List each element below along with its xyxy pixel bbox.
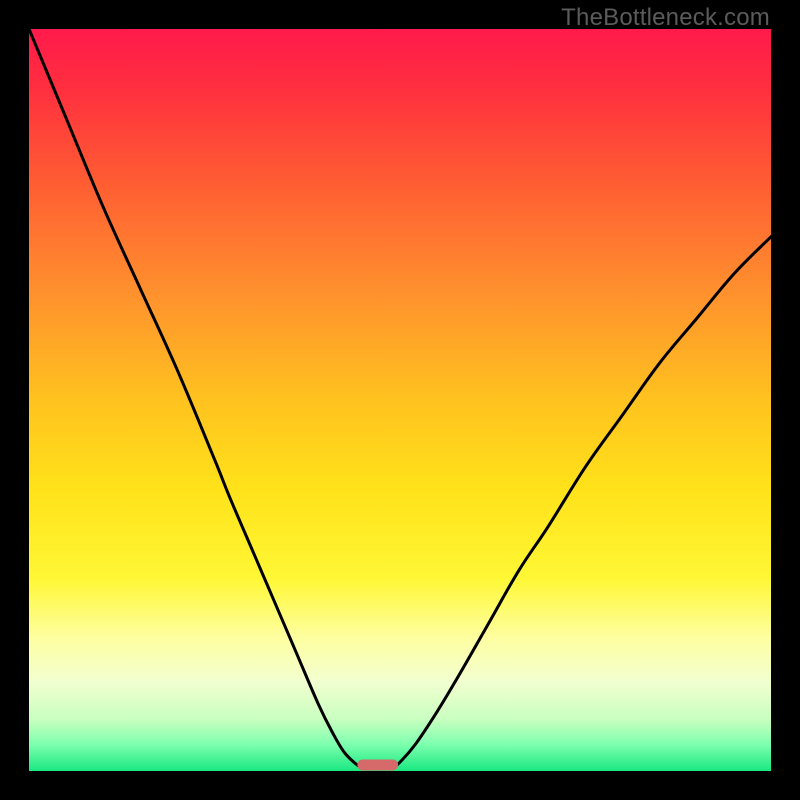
gradient-background	[29, 29, 771, 771]
watermark-text: TheBottleneck.com	[561, 4, 770, 32]
chart-frame: TheBottleneck.com	[0, 0, 800, 800]
plot-area	[29, 29, 771, 771]
bottleneck-marker	[357, 760, 398, 771]
chart-svg	[29, 29, 771, 771]
